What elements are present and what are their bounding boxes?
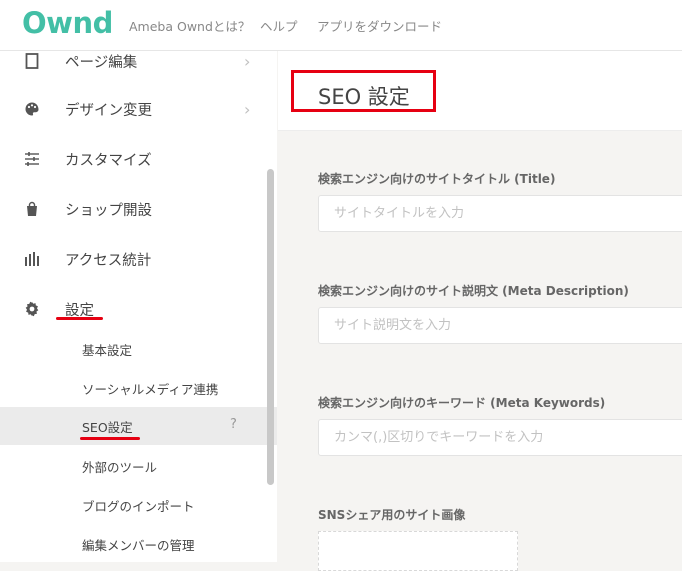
- seo-description-label: 検索エンジン向けのサイト説明文 (Meta Description): [318, 284, 629, 298]
- subitem-edit-members[interactable]: 編集メンバーの管理: [0, 525, 267, 562]
- nav-app-download-link[interactable]: アプリをダウンロード: [317, 16, 442, 35]
- shopping-bag-icon: [22, 199, 42, 219]
- bar-chart-icon: [22, 249, 42, 269]
- page-edit-icon: [22, 51, 42, 71]
- chevron-right-icon: ›: [244, 99, 251, 119]
- sidebar-item-page-edit[interactable]: ページ編集 ›: [0, 51, 267, 81]
- annotation-underline: [56, 317, 103, 320]
- sns-image-upload[interactable]: [318, 531, 518, 571]
- subitem-label: 編集メンバーの管理: [82, 538, 195, 553]
- sidebar: ページ編集 › デザイン変更 › カスタマイズ ショップ開設 アクセス統計 設定…: [0, 51, 277, 562]
- seo-keywords-input[interactable]: [318, 419, 682, 456]
- subitem-label: SEO設定: [82, 420, 133, 435]
- seo-title-input[interactable]: [318, 195, 682, 232]
- sidebar-item-settings[interactable]: 設定: [0, 289, 267, 329]
- title-band: SEO 設定: [278, 51, 682, 131]
- sidebar-item-label: ページ編集: [65, 54, 138, 71]
- subitem-blog-import[interactable]: ブログのインポート: [0, 486, 267, 524]
- seo-title-label: 検索エンジン向けのサイトタイトル (Title): [318, 172, 556, 186]
- main-content: SEO 設定 検索エンジン向けのサイトタイトル (Title) 検索エンジン向け…: [278, 51, 682, 571]
- sidebar-item-label: デザイン変更: [65, 102, 152, 119]
- nav-help-link[interactable]: ヘルプ: [260, 16, 298, 35]
- sidebar-item-label: アクセス統計: [65, 252, 152, 269]
- subitem-label: ブログのインポート: [82, 499, 195, 514]
- subitem-external-tools[interactable]: 外部のツール: [0, 447, 267, 485]
- subitem-label: 基本設定: [82, 343, 133, 358]
- subitem-label: 外部のツール: [82, 460, 158, 475]
- annotation-box: [291, 70, 436, 112]
- sliders-icon: [22, 149, 42, 169]
- sidebar-item-design[interactable]: デザイン変更 ›: [0, 89, 267, 129]
- subitem-basic-settings[interactable]: 基本設定: [0, 330, 267, 368]
- sns-image-label: SNSシェア用のサイト画像: [318, 508, 466, 522]
- annotation-underline: [80, 437, 140, 440]
- seo-description-input[interactable]: [318, 307, 682, 344]
- subitem-label: ソーシャルメディア連携: [82, 382, 219, 397]
- sidebar-item-label: ショップ開設: [65, 202, 152, 219]
- sidebar-item-customize[interactable]: カスタマイズ: [0, 139, 267, 179]
- sidebar-item-shop[interactable]: ショップ開設: [0, 189, 267, 229]
- top-header: Ownd Ameba Owndとは？ ヘルプ アプリをダウンロード: [0, 0, 682, 51]
- nav-about-link[interactable]: Ameba Owndとは？: [129, 16, 250, 35]
- subitem-social-media[interactable]: ソーシャルメディア連携: [0, 369, 267, 407]
- gear-icon: [22, 299, 42, 319]
- sidebar-item-label: カスタマイズ: [65, 152, 152, 169]
- help-icon[interactable]: ?: [230, 417, 237, 432]
- sidebar-item-analytics[interactable]: アクセス統計: [0, 239, 267, 279]
- ownd-logo[interactable]: Ownd: [22, 6, 113, 40]
- chevron-right-icon: ›: [244, 51, 251, 71]
- sidebar-scrollbar[interactable]: [267, 169, 274, 485]
- palette-icon: [22, 99, 42, 119]
- seo-keywords-label: 検索エンジン向けのキーワード (Meta Keywords): [318, 396, 606, 410]
